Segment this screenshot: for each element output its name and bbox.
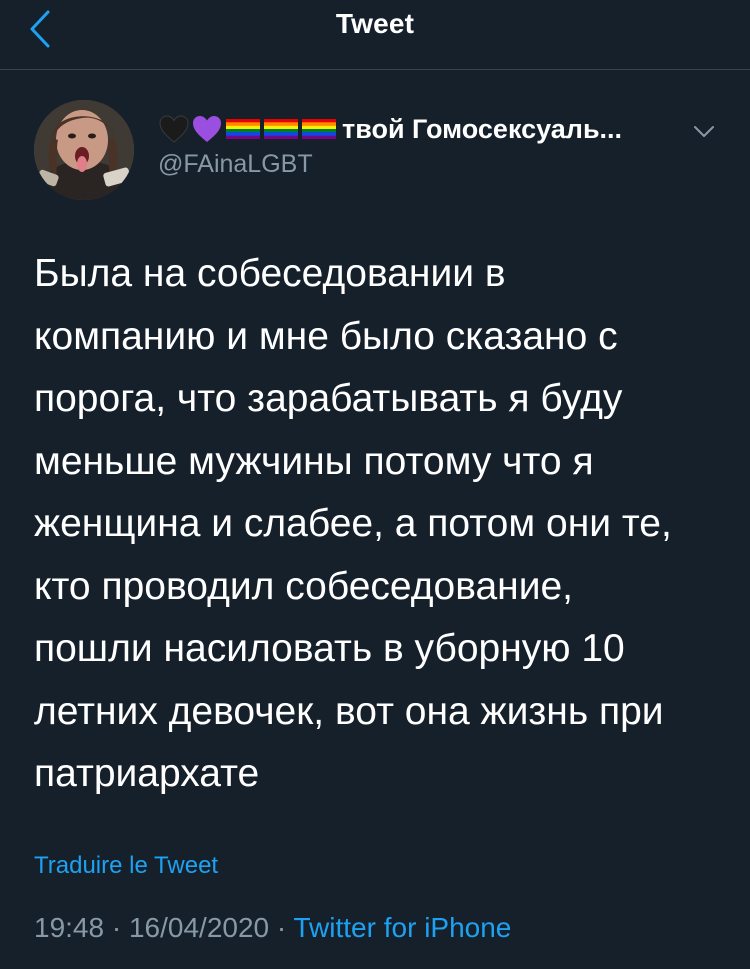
rainbow-flag-icon [226, 119, 260, 139]
tweet-date: 16/04/2020 [128, 912, 270, 943]
rainbow-flag-icon [264, 119, 298, 139]
user-handle[interactable]: @FAinaLGBT [158, 150, 313, 179]
display-name-row[interactable]: твой Гомосексуаль... [158, 112, 678, 146]
meta-separator: · [269, 912, 294, 943]
tweet-source-link[interactable]: Twitter for iPhone [294, 912, 512, 943]
meta-separator: · [104, 912, 129, 943]
avatar-image [34, 100, 134, 200]
tweet-options-button[interactable] [686, 114, 722, 150]
rainbow-flag-icon [302, 119, 336, 139]
display-name: твой Гомосексуаль... [342, 113, 623, 144]
page-title: Tweet [335, 8, 415, 39]
tweet-text: Была на собеседовании в компанию и мне б… [34, 252, 672, 795]
top-bar: Tweet [0, 0, 750, 70]
tweet-author: твой Гомосексуаль... @FAinaLGBT [34, 100, 724, 200]
translate-tweet-link[interactable]: Traduire le Tweet [34, 852, 218, 880]
chevron-down-icon [694, 126, 714, 137]
avatar[interactable] [34, 100, 134, 200]
purple-heart-icon [193, 116, 221, 142]
black-heart-icon [159, 115, 189, 143]
tweet-metadata: 19:48 · 16/04/2020 · Twitter for iPhone [34, 912, 511, 944]
tweet-time: 19:48 [34, 912, 105, 943]
